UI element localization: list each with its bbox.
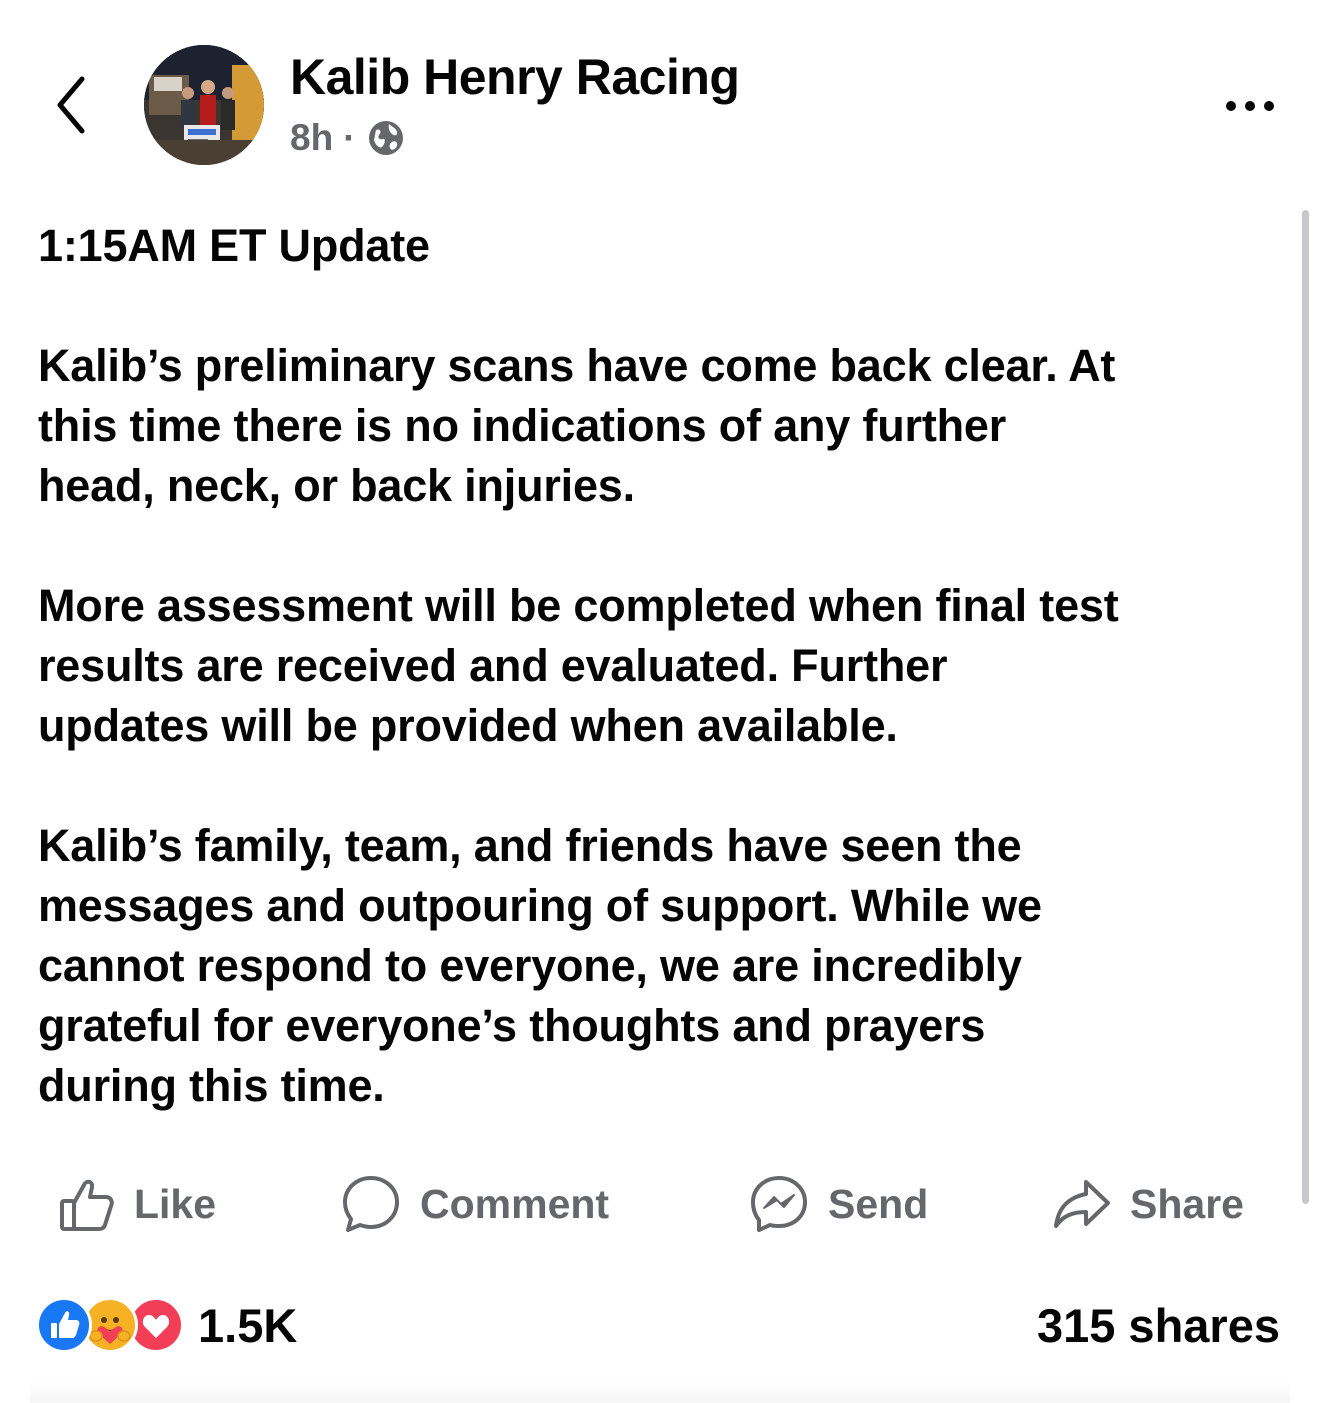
back-button[interactable]: [44, 70, 100, 140]
more-horizontal-icon: [1226, 101, 1236, 111]
like-label: Like: [134, 1180, 217, 1227]
post-timestamp[interactable]: 8h: [290, 117, 333, 159]
avatar[interactable]: [144, 45, 264, 165]
action-bar: Like Comment Send Share: [0, 1168, 1320, 1240]
like-reaction-icon: [36, 1297, 92, 1353]
reactions-summary[interactable]: 1.5K: [36, 1296, 297, 1354]
messenger-icon: [751, 1176, 807, 1232]
reaction-count: 1.5K: [198, 1298, 298, 1352]
shares-count[interactable]: 315 shares: [1037, 1296, 1280, 1354]
send-button[interactable]: Send: [748, 1168, 928, 1240]
post-heading: 1:15AM ET Update: [38, 220, 430, 271]
share-label: Share: [1130, 1180, 1244, 1227]
bottom-divider: [30, 1380, 1290, 1403]
post-paragraph: Kalib’s preliminary scans have come back…: [38, 340, 1116, 511]
globe-icon: [368, 121, 403, 155]
post-paragraph: More assessment will be completed when f…: [38, 580, 1119, 751]
post-meta: 8h ·: [290, 115, 406, 161]
send-label: Send: [828, 1180, 929, 1227]
profile-photo: [144, 45, 264, 165]
like-button[interactable]: Like: [58, 1168, 216, 1240]
comment-label: Comment: [420, 1180, 610, 1227]
chevron-left-icon: [57, 76, 85, 134]
share-arrow-icon: [1054, 1180, 1110, 1228]
thumbs-up-icon: [60, 1179, 114, 1231]
engagement-stats: 1.5K 315 shares: [0, 1296, 1320, 1356]
post-paragraph: Kalib’s family, team, and friends have s…: [38, 820, 1042, 1111]
more-options-button[interactable]: [1210, 86, 1290, 126]
meta-separator: ·: [343, 117, 356, 158]
share-button[interactable]: Share: [1052, 1168, 1244, 1240]
comment-bubble-icon: [343, 1176, 399, 1232]
comment-button[interactable]: Comment: [340, 1168, 609, 1240]
scrollbar[interactable]: [1302, 210, 1309, 1204]
post-text: 1:15AM ET Update Kalib’s preliminary sca…: [38, 216, 1288, 1176]
author-name[interactable]: Kalib Henry Racing: [290, 48, 740, 106]
